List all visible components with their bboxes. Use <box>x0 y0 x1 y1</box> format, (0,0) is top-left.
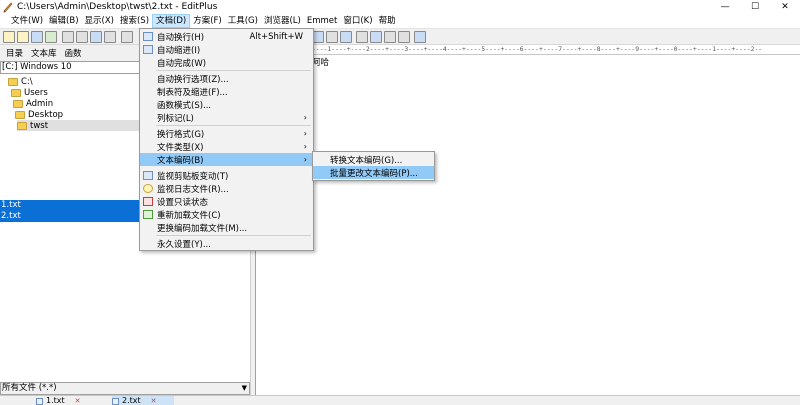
readonly-icon <box>143 197 153 206</box>
doc-tab-1[interactable]: 1.txt ✕ <box>36 396 96 405</box>
menu-file[interactable]: 文件(W) <box>8 14 46 28</box>
tab-functions[interactable]: 函数 <box>61 47 86 59</box>
ruler: ----1----+----2----+----3----+----4----+… <box>256 45 800 55</box>
folder-icon <box>11 88 21 97</box>
menu-item-convert-encoding[interactable]: 转换文本编码(G)... <box>313 153 434 166</box>
tab-directory[interactable]: 目录 <box>2 47 27 59</box>
menu-item-monitor-log[interactable]: 监视日志文件(R)... <box>140 182 313 195</box>
menu-item-wrap-options[interactable]: 自动换行选项(Z)... <box>140 72 313 85</box>
maximize-button[interactable]: ☐ <box>740 0 770 14</box>
editor-area[interactable]: 阿哈 <box>256 55 800 395</box>
menu-item-auto-indent[interactable]: 自动缩进(I) <box>140 43 313 56</box>
editplus-app-icon <box>3 2 13 13</box>
indent-icon <box>143 45 153 54</box>
reload-icon <box>143 210 153 219</box>
menu-search[interactable]: 搜索(S) <box>117 14 152 28</box>
clipboard-icon <box>143 171 153 180</box>
menu-item-column-marker[interactable]: 列标记(L) › <box>140 111 313 124</box>
doc-tab-2[interactable]: 2.txt ✕ <box>112 396 174 405</box>
settings-icon[interactable] <box>340 31 352 43</box>
menu-separator <box>156 70 311 71</box>
menu-separator <box>156 125 311 126</box>
folder-icon <box>8 77 18 86</box>
menu-item-tab-indent[interactable]: 制表符及缩进(F)... <box>140 85 313 98</box>
menu-edit[interactable]: 编辑(B) <box>46 14 81 28</box>
ruler-scale: ----1----+----2----+----3----+----4----+… <box>312 45 763 53</box>
close-tab-icon[interactable]: ✕ <box>75 396 81 405</box>
menu-item-function-pattern[interactable]: 函数模式(S)... <box>140 98 313 111</box>
window-title: C:\Users\Admin\Desktop\twst\2.txt - Edit… <box>17 2 218 12</box>
document-menu: 自动换行(H) Alt+Shift+W 自动缩进(I) 自动完成(W) 自动换行… <box>139 28 314 251</box>
editor-text: 阿哈 <box>312 58 330 68</box>
output-window-icon[interactable] <box>384 31 396 43</box>
lightbulb-icon <box>143 184 153 193</box>
menu-item-line-format[interactable]: 换行格式(G) › <box>140 127 313 140</box>
chevron-right-icon: › <box>303 129 307 138</box>
open-folder-icon[interactable] <box>17 31 29 43</box>
menu-project[interactable]: 方案(F) <box>190 14 225 28</box>
title-bar: C:\Users\Admin\Desktop\twst\2.txt - Edit… <box>0 0 800 14</box>
menu-document[interactable]: 文档(D) <box>152 14 191 28</box>
menu-tools[interactable]: 工具(G) <box>225 14 261 28</box>
menu-separator <box>156 235 311 236</box>
chevron-down-icon: ▼ <box>241 384 247 392</box>
menu-emmet[interactable]: Emmet <box>304 14 341 28</box>
wrap-icon <box>143 32 153 41</box>
minimize-button[interactable]: — <box>710 0 740 14</box>
document-tabs: 1.txt ✕ 2.txt ✕ <box>0 395 800 405</box>
encoding-submenu: 转换文本编码(G)... 批量更改文本编码(P)... <box>312 151 435 181</box>
menu-item-text-encoding[interactable]: 文本编码(B) › <box>140 153 313 166</box>
tab-cliptext[interactable]: 文本库 <box>27 47 61 59</box>
print-preview-icon[interactable] <box>76 31 88 43</box>
print-icon[interactable] <box>62 31 74 43</box>
cliptext-icon[interactable] <box>356 31 368 43</box>
cut-icon[interactable] <box>121 31 133 43</box>
close-tab-icon[interactable]: ✕ <box>151 396 157 405</box>
help-icon[interactable] <box>414 31 426 43</box>
menu-item-batch-change-encoding[interactable]: 批量更改文本编码(P)... <box>313 166 434 179</box>
menu-item-permanent-settings[interactable]: 永久设置(Y)... <box>140 237 313 250</box>
menu-item-auto-complete[interactable]: 自动完成(W) <box>140 56 313 69</box>
menu-item-monitor-clipboard[interactable]: 监视剪贴板变动(T) <box>140 169 313 182</box>
chevron-right-icon: › <box>303 113 307 122</box>
new-file-icon[interactable] <box>3 31 15 43</box>
menu-window[interactable]: 窗口(K) <box>340 14 375 28</box>
fullscreen-icon[interactable] <box>398 31 410 43</box>
menu-item-reload-encoding[interactable]: 更换编码加载文件(M)... <box>140 221 313 234</box>
toolbar <box>0 29 800 45</box>
menu-item-reload[interactable]: 重新加载文件(C) <box>140 208 313 221</box>
open-folder-icon <box>17 121 27 130</box>
save-icon[interactable] <box>31 31 43 43</box>
menu-item-read-only[interactable]: 设置只读状态 <box>140 195 313 208</box>
file-filter-select[interactable]: 所有文件 (*.*) ▼ <box>0 382 250 395</box>
text-file-icon <box>112 397 119 405</box>
directory-icon[interactable] <box>370 31 382 43</box>
ruler-icon[interactable] <box>326 31 338 43</box>
menu-item-word-wrap[interactable]: 自动换行(H) Alt+Shift+W <box>140 30 313 43</box>
close-button[interactable]: ✕ <box>770 0 800 14</box>
folder-icon <box>15 110 25 119</box>
chevron-right-icon: › <box>303 155 307 164</box>
menu-bar: 文件(W) 编辑(B) 显示(X) 搜索(S) 文档(D) 方案(F) 工具(G… <box>0 14 800 29</box>
menu-view[interactable]: 显示(X) <box>82 14 117 28</box>
chevron-right-icon: › <box>303 142 307 151</box>
menu-browser[interactable]: 浏览器(L) <box>261 14 304 28</box>
menu-help[interactable]: 帮助 <box>376 14 399 28</box>
folder-icon <box>13 99 23 108</box>
browser-icon[interactable] <box>104 31 116 43</box>
text-file-icon <box>36 397 43 405</box>
menu-item-file-type[interactable]: 文件类型(X) › <box>140 140 313 153</box>
spellcheck-icon[interactable] <box>90 31 102 43</box>
save-all-icon[interactable] <box>45 31 57 43</box>
